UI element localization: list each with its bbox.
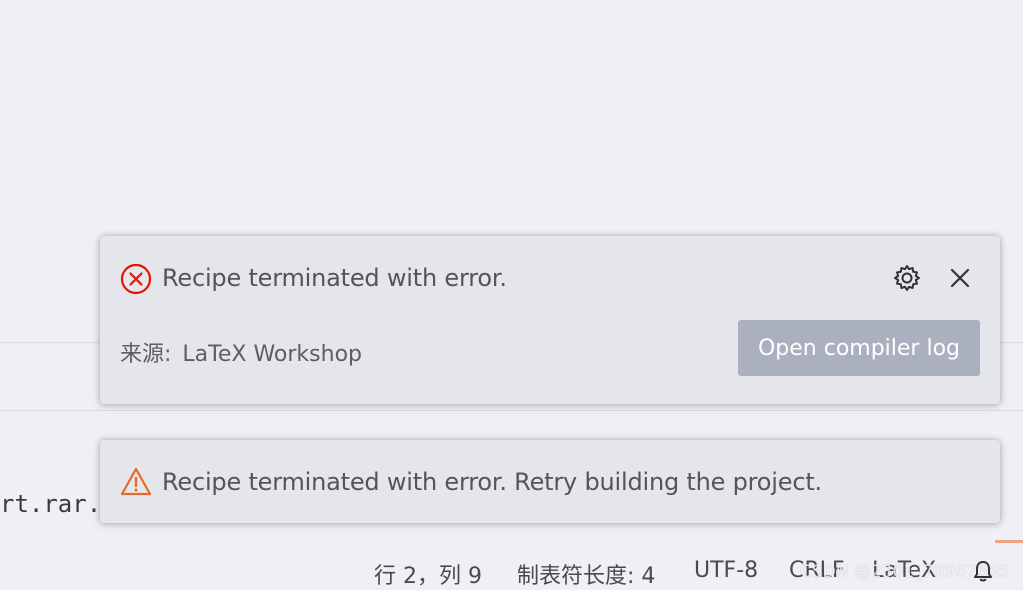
warning-triangle-icon [120, 466, 152, 498]
warning-notification: Recipe terminated with error. Retry buil… [100, 440, 1000, 523]
code-line-fragment: rt.rar. [0, 490, 102, 518]
panel-divider-lower [0, 410, 1023, 411]
status-tab-size[interactable]: 制表符长度: 4 [517, 558, 655, 590]
source-name: LaTeX Workshop [182, 342, 362, 367]
status-line-col[interactable]: 行 2，列 9 [374, 558, 482, 590]
notification-source: 来源: LaTeX Workshop [120, 336, 362, 368]
error-circle-icon [120, 263, 152, 295]
scroll-accent [995, 540, 1023, 543]
error-notification: Recipe terminated with error. 来源: LaTeX … [100, 236, 1000, 404]
status-encoding[interactable]: UTF-8 [694, 558, 758, 583]
notification-message: Recipe terminated with error. [162, 264, 507, 292]
close-icon[interactable] [946, 264, 974, 292]
status-bar: 行 2，列 9 制表符长度: 4 UTF-8 CRLF LaTeX CSDN @… [0, 550, 1023, 590]
open-compiler-log-button[interactable]: Open compiler log [738, 320, 980, 376]
bell-icon[interactable] [970, 558, 996, 584]
source-label: 来源: [120, 342, 172, 367]
gear-icon[interactable] [892, 263, 922, 293]
notification-message: Recipe terminated with error. Retry buil… [162, 468, 822, 496]
